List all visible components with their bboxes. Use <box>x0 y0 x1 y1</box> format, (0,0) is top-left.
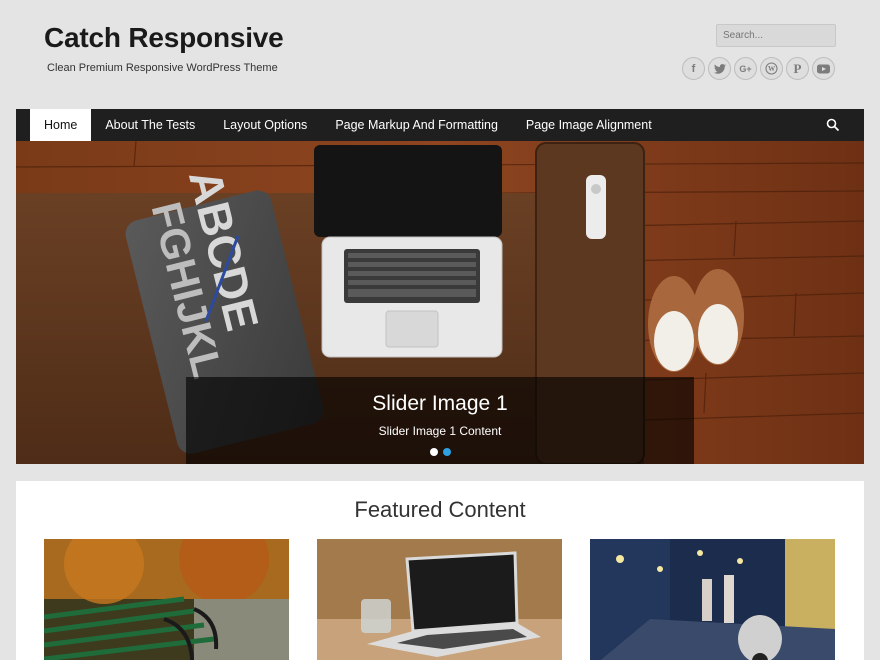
wordpress-icon[interactable]: W <box>760 57 783 80</box>
nav-item-page-image-alignment[interactable]: Page Image Alignment <box>512 109 666 141</box>
facebook-icon[interactable]: f <box>682 57 705 80</box>
featured-thumb-park[interactable] <box>44 539 289 660</box>
nav-item-page-markup[interactable]: Page Markup And Formatting <box>321 109 512 141</box>
youtube-icon[interactable] <box>812 57 835 80</box>
header-search-input[interactable] <box>716 24 836 47</box>
twitter-icon[interactable] <box>708 57 731 80</box>
featured-content: Featured Content <box>16 481 864 660</box>
slider-dot-2[interactable] <box>442 448 451 456</box>
main-navigation: Home About The Tests Layout Options Page… <box>16 109 864 141</box>
search-icon[interactable] <box>826 118 840 132</box>
site-title[interactable]: Catch Responsive <box>44 22 284 54</box>
nav-item-layout-options[interactable]: Layout Options <box>209 109 321 141</box>
site-description: Clean Premium Responsive WordPress Theme <box>47 62 278 74</box>
svg-text:W: W <box>768 65 776 73</box>
nav-item-about-the-tests[interactable]: About The Tests <box>91 109 209 141</box>
slider-dot-1[interactable] <box>429 448 438 456</box>
google-plus-icon[interactable]: G+ <box>734 57 757 80</box>
social-links: f G+ W P <box>682 57 835 80</box>
featured-thumb-street[interactable] <box>590 539 835 660</box>
nav-item-home[interactable]: Home <box>30 109 92 141</box>
featured-thumb-laptop[interactable] <box>317 539 562 660</box>
hero-slider[interactable]: ABCDE FGHIJKL Slider Image 1 Slider Imag… <box>16 141 864 464</box>
slider-title[interactable]: Slider Image 1 <box>186 392 694 416</box>
slider-content: Slider Image 1 Content <box>378 424 502 438</box>
featured-title: Featured Content <box>354 497 526 522</box>
pinterest-icon[interactable]: P <box>786 57 809 80</box>
slider-caption: Slider Image 1 Slider Image 1 Content <box>186 377 694 464</box>
slider-pager <box>186 448 694 456</box>
